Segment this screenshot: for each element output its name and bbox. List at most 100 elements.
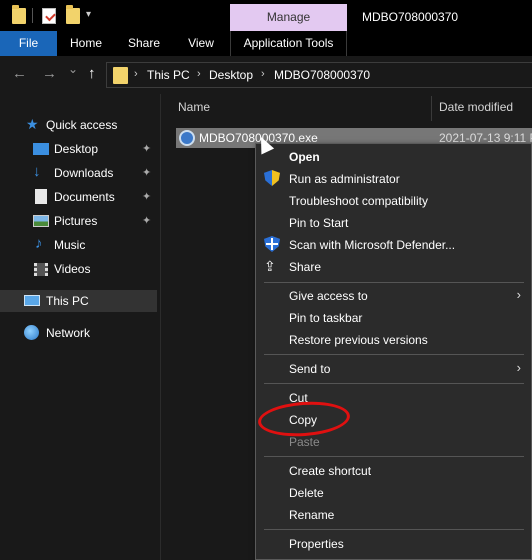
menu-item-send-to[interactable]: Send to › xyxy=(256,357,531,379)
nav-label: Music xyxy=(54,238,86,252)
menu-item-label: Delete xyxy=(289,486,324,500)
videos-icon xyxy=(34,263,48,276)
chevron-right-icon: › xyxy=(516,287,521,302)
tab-file[interactable]: File xyxy=(0,31,57,56)
network-icon xyxy=(24,325,39,340)
pin-icon[interactable]: ✦ xyxy=(142,214,151,227)
menu-separator xyxy=(264,354,524,355)
menu-separator xyxy=(264,456,524,457)
menu-item-label: Scan with Microsoft Defender... xyxy=(289,238,456,252)
menu-item-label: Open xyxy=(289,150,320,164)
nav-label: Desktop xyxy=(54,142,99,156)
menu-item-label: Give access to xyxy=(289,289,368,303)
menu-item-label: Rename xyxy=(289,508,335,522)
breadcrumb-separator[interactable]: › xyxy=(261,68,265,80)
menu-item-label: Run as administrator xyxy=(289,172,400,186)
nav-label: Videos xyxy=(54,262,91,276)
nav-label: Downloads xyxy=(54,166,114,180)
menu-item-delete[interactable]: Delete xyxy=(256,481,531,503)
column-separator[interactable] xyxy=(431,96,432,121)
breadcrumb-desktop[interactable]: Desktop xyxy=(209,68,253,82)
properties-icon[interactable] xyxy=(42,8,56,24)
defender-icon xyxy=(264,236,280,252)
menu-item-label: Properties xyxy=(289,537,344,551)
nav-item-music[interactable]: ♪ Music xyxy=(0,234,157,256)
menu-item-label: Send to xyxy=(289,362,331,376)
title-bar: ▾ Manage MDBO708000370 xyxy=(0,0,532,31)
uac-shield-icon xyxy=(264,170,280,186)
menu-item-run-as-administrator[interactable]: Run as administrator xyxy=(256,167,531,189)
nav-item-videos[interactable]: Videos xyxy=(0,258,157,280)
menu-item-rename[interactable]: Rename xyxy=(256,503,531,525)
nav-label: This PC xyxy=(46,294,89,308)
navigation-pane: ★ Quick access Desktop ✦ ↓ Downloads ✦ D… xyxy=(0,94,160,560)
tab-view[interactable]: View xyxy=(176,31,226,56)
tab-manage[interactable]: Manage xyxy=(230,4,347,31)
breadcrumb-this-pc[interactable]: This PC xyxy=(147,68,190,82)
downloads-icon: ↓ xyxy=(33,163,41,180)
up-arrow-icon[interactable]: ↑ xyxy=(88,65,96,82)
new-folder-icon[interactable] xyxy=(66,5,80,24)
menu-item-label: Create shortcut xyxy=(289,464,372,478)
nav-item-documents[interactable]: Documents ✦ xyxy=(0,186,157,208)
menu-item-scan-with-defender[interactable]: Scan with Microsoft Defender... xyxy=(256,233,531,255)
back-arrow-icon[interactable]: ← xyxy=(12,65,27,82)
tab-application-tools[interactable]: Application Tools xyxy=(230,31,347,56)
computer-icon xyxy=(24,295,40,306)
nav-item-quick-access[interactable]: ★ Quick access xyxy=(0,114,157,136)
nav-label: Pictures xyxy=(54,214,98,228)
nav-label: Documents xyxy=(54,190,115,204)
chevron-right-icon: › xyxy=(516,360,521,375)
star-icon: ★ xyxy=(26,116,39,132)
menu-item-give-access-to[interactable]: Give access to › xyxy=(256,284,531,306)
qat-dropdown-icon[interactable]: ▾ xyxy=(86,9,91,20)
menu-item-properties[interactable]: Properties xyxy=(256,532,531,554)
menu-separator xyxy=(264,282,524,283)
breadcrumb-separator[interactable]: › xyxy=(197,68,201,80)
nav-item-this-pc[interactable]: This PC xyxy=(0,290,157,312)
pictures-icon xyxy=(33,215,49,227)
music-icon: ♪ xyxy=(35,235,43,252)
nav-item-network[interactable]: Network xyxy=(0,322,157,344)
pane-divider[interactable] xyxy=(160,94,161,560)
pin-icon[interactable]: ✦ xyxy=(142,142,151,155)
nav-item-downloads[interactable]: ↓ Downloads ✦ xyxy=(0,162,157,184)
menu-item-pin-to-taskbar[interactable]: Pin to taskbar xyxy=(256,306,531,328)
menu-item-label: Pin to taskbar xyxy=(289,311,363,325)
folder-icon xyxy=(113,67,128,84)
documents-icon xyxy=(35,189,47,204)
menu-item-share[interactable]: ⇪ Share xyxy=(256,255,531,277)
menu-item-label: Paste xyxy=(289,435,320,449)
window-title: MDBO708000370 xyxy=(362,10,459,24)
menu-item-pin-to-start[interactable]: Pin to Start xyxy=(256,211,531,233)
address-bar[interactable]: › This PC › Desktop › MDBO708000370 xyxy=(106,62,532,88)
menu-item-troubleshoot-compatibility[interactable]: Troubleshoot compatibility xyxy=(256,189,531,211)
breadcrumb-current-folder[interactable]: MDBO708000370 xyxy=(274,68,370,82)
menu-item-restore-previous-versions[interactable]: Restore previous versions xyxy=(256,328,531,350)
nav-label: Quick access xyxy=(46,118,118,132)
exe-file-icon xyxy=(179,130,195,146)
menu-item-create-shortcut[interactable]: Create shortcut xyxy=(256,459,531,481)
folder-icon[interactable] xyxy=(12,5,26,24)
nav-item-desktop[interactable]: Desktop ✦ xyxy=(0,138,157,160)
menu-item-label: Troubleshoot compatibility xyxy=(289,194,428,208)
breadcrumb-separator[interactable]: › xyxy=(134,68,138,80)
menu-separator xyxy=(264,383,524,384)
desktop-icon xyxy=(33,143,49,155)
menu-item-label: Restore previous versions xyxy=(289,333,428,347)
column-header-date-modified[interactable]: Date modified xyxy=(439,100,513,114)
pin-icon[interactable]: ✦ xyxy=(142,166,151,179)
tab-share[interactable]: Share xyxy=(118,31,170,56)
tab-home[interactable]: Home xyxy=(60,31,112,56)
nav-label: Network xyxy=(46,326,91,340)
menu-item-open[interactable]: Open xyxy=(256,145,531,167)
ribbon-tabs: File Home Share View Application Tools xyxy=(0,31,532,56)
recent-locations-icon[interactable]: ⌄ xyxy=(68,62,78,76)
menu-item-label: Pin to Start xyxy=(289,216,349,230)
qat-separator xyxy=(32,8,33,23)
menu-item-label: Share xyxy=(289,260,322,274)
nav-item-pictures[interactable]: Pictures ✦ xyxy=(0,210,157,232)
forward-arrow-icon[interactable]: → xyxy=(42,65,57,82)
column-header-name[interactable]: Name xyxy=(178,100,210,114)
pin-icon[interactable]: ✦ xyxy=(142,190,151,203)
